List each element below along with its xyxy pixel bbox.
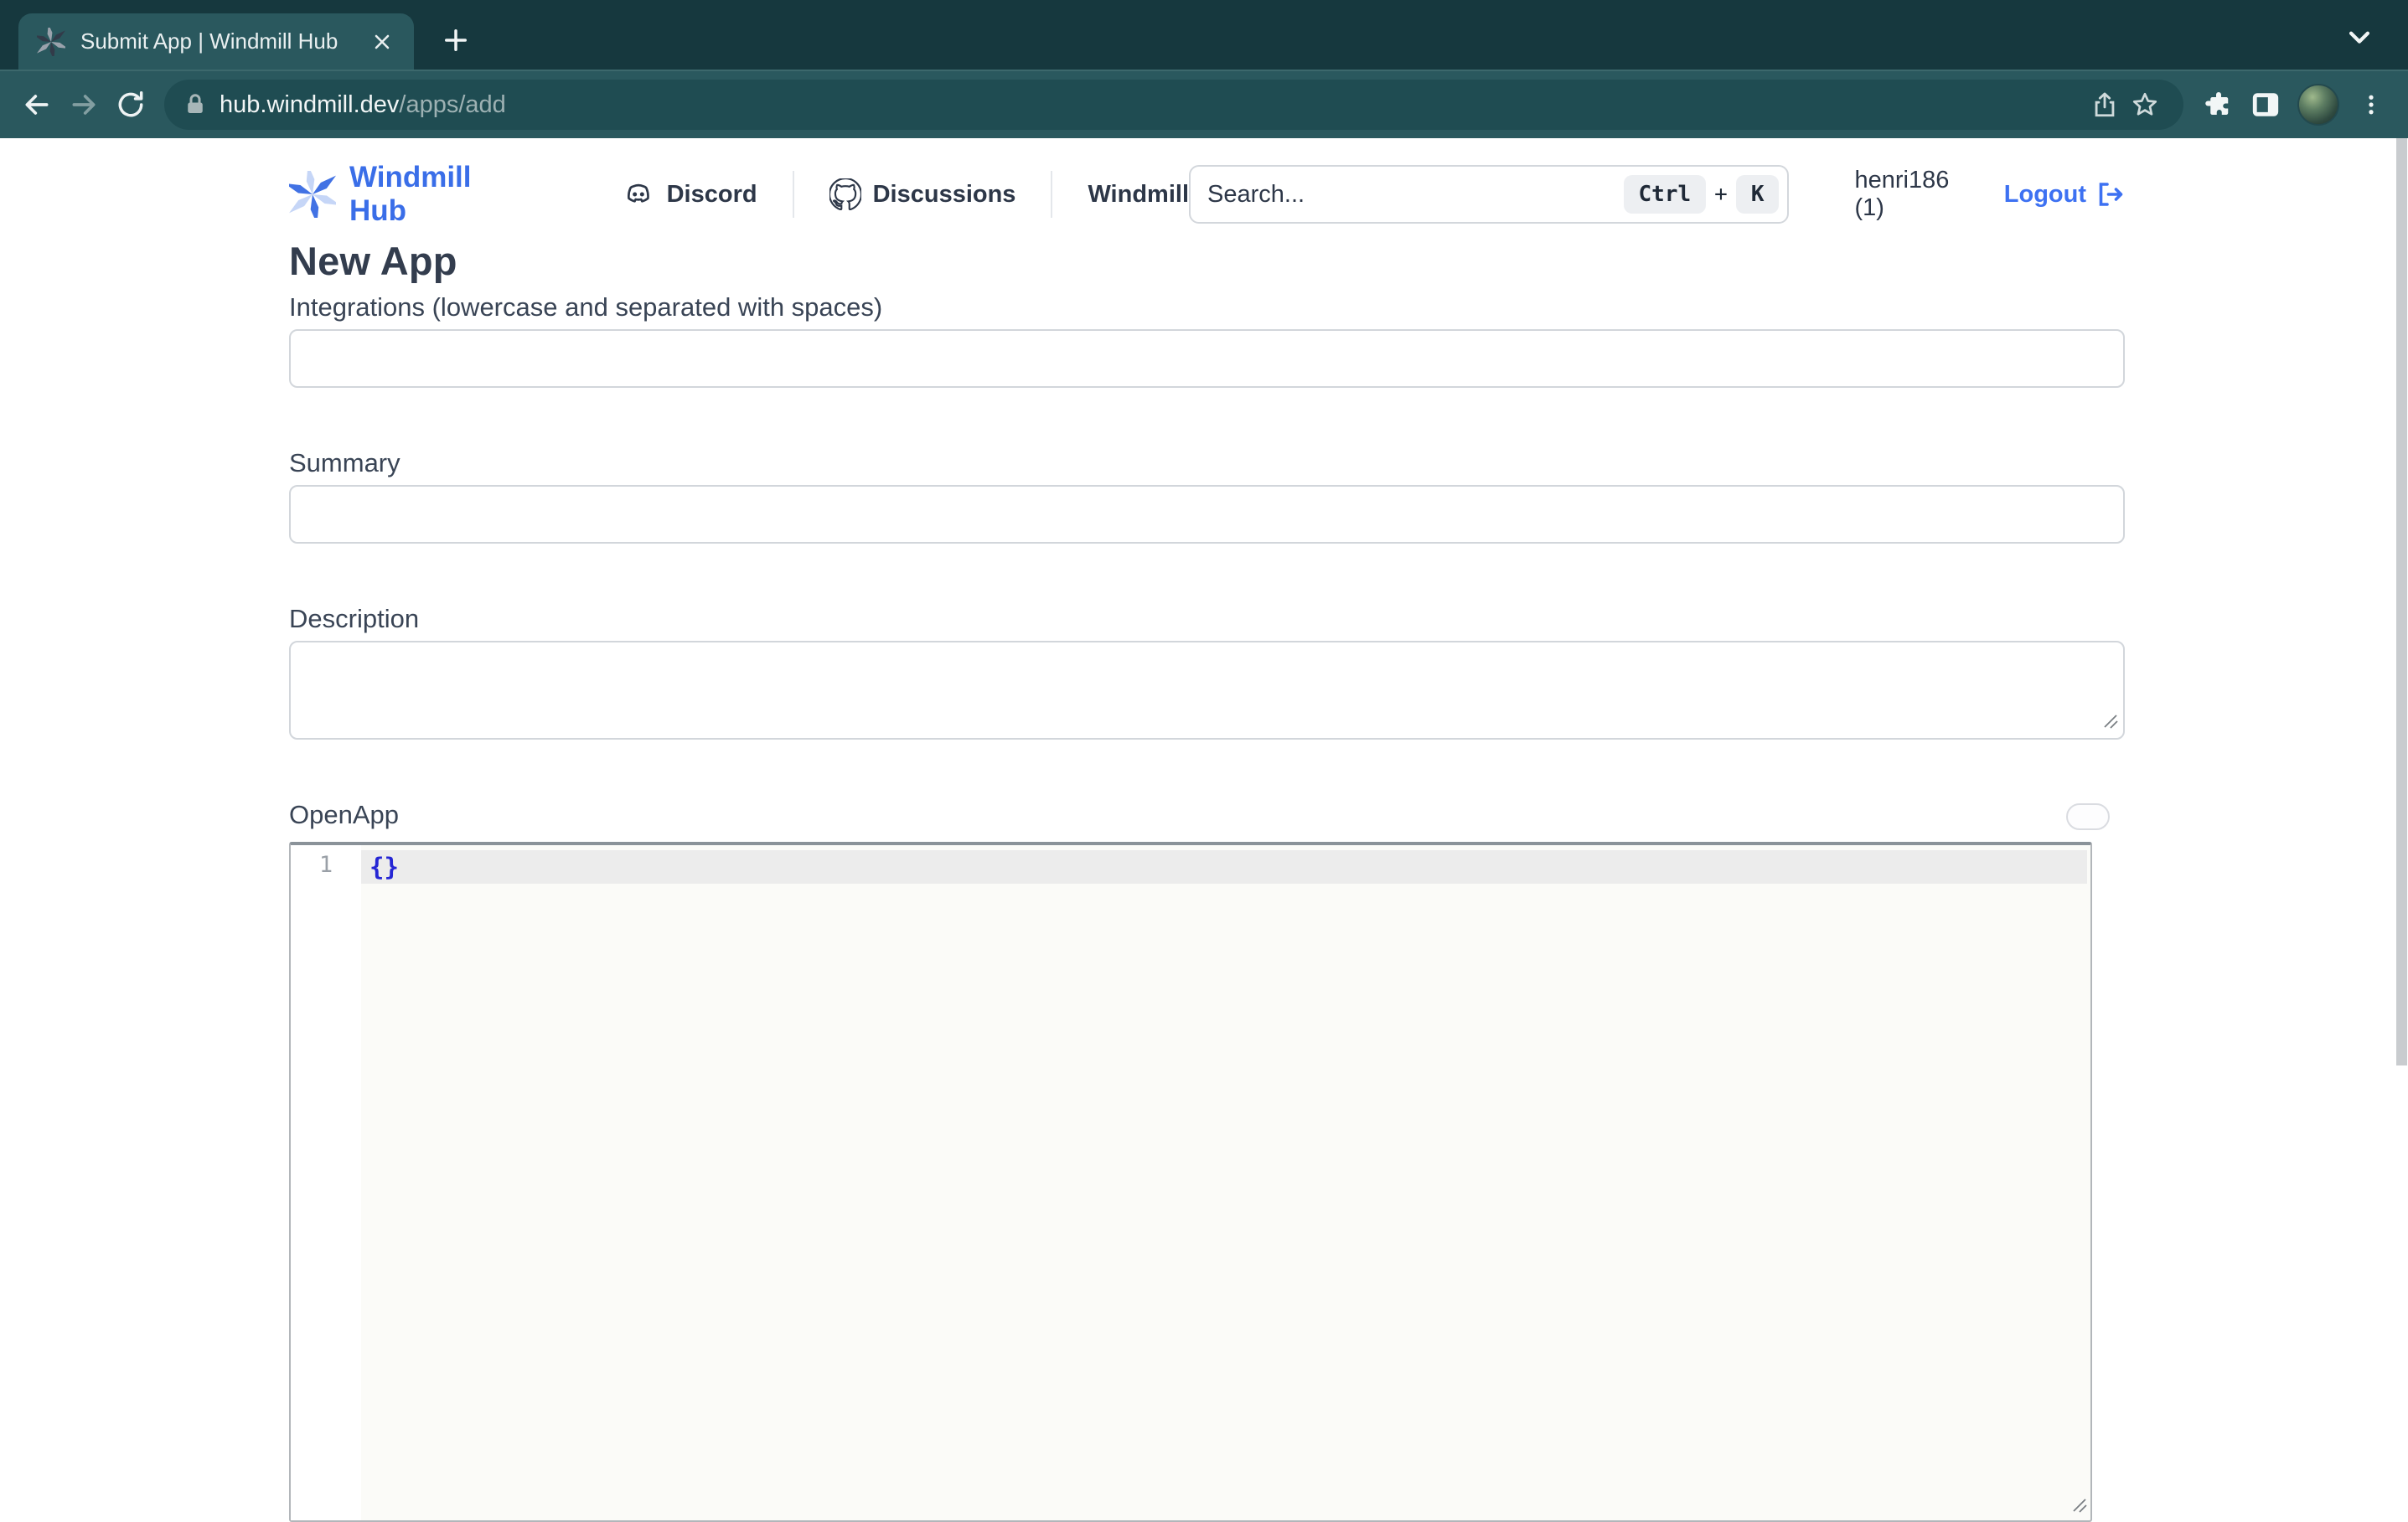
nav-label: Windmill (1088, 181, 1189, 209)
search-box[interactable]: Ctrl + K (1189, 165, 1789, 224)
brand-name: Windmill Hub (349, 161, 528, 228)
page: Windmill Hub Discord (0, 138, 2408, 1503)
nav-item-discussions[interactable]: Discussions (829, 178, 1016, 210)
url-text: hub.windmill.dev/apps/add (220, 91, 2085, 119)
share-icon[interactable] (2085, 85, 2125, 125)
avatar[interactable] (2297, 84, 2339, 126)
nav-item-windmill[interactable]: Windmill (1088, 181, 1189, 209)
search-input[interactable] (1207, 181, 1624, 209)
username: henri186 (1) (1854, 167, 1975, 222)
url-bar[interactable]: hub.windmill.dev/apps/add (164, 80, 2183, 130)
windmill-favicon-icon (37, 28, 65, 56)
browser-tab[interactable]: Submit App | Windmill Hub (18, 13, 414, 70)
kbd-k: K (1736, 175, 1780, 214)
back-icon[interactable] (13, 81, 60, 128)
openapp-toggle[interactable] (2066, 803, 2110, 830)
nav-label: Discussions (873, 181, 1016, 209)
description-textarea[interactable] (289, 641, 2125, 740)
nav-divider (1051, 171, 1052, 218)
nav-item-discord[interactable]: Discord (622, 178, 757, 211)
side-panel-icon[interactable] (2242, 81, 2289, 128)
resize-grip-icon[interactable] (2070, 1496, 2087, 1517)
site-header: Windmill Hub Discord (289, 164, 2125, 224)
tab-close-icon[interactable] (365, 25, 399, 59)
scrollbar-thumb[interactable] (2396, 138, 2407, 1065)
kbd-plus: + (1714, 182, 1728, 207)
kbd-ctrl: Ctrl (1624, 175, 1707, 214)
main-nav: Discord Discussions Windmill (622, 171, 1189, 218)
editor-active-line[interactable]: {} (361, 850, 2087, 884)
reload-icon[interactable] (107, 81, 154, 128)
logout-icon (2095, 179, 2125, 209)
integrations-input[interactable] (289, 329, 2125, 388)
windmill-logo-icon (289, 171, 336, 218)
scrollbar-track[interactable] (2395, 138, 2408, 1503)
discord-icon (622, 178, 655, 211)
kebab-menu-icon[interactable] (2348, 81, 2395, 128)
logout-link[interactable]: Logout (2004, 179, 2125, 209)
description-label: Description (289, 604, 2125, 634)
logout-label: Logout (2004, 181, 2086, 209)
resize-grip-icon[interactable] (2101, 712, 2118, 733)
integrations-label: Integrations (lowercase and separated wi… (289, 292, 2125, 322)
new-tab-icon[interactable] (434, 18, 478, 62)
user-area: henri186 (1) Logout (1854, 167, 2125, 222)
forward-icon[interactable] (60, 81, 107, 128)
extensions-icon[interactable] (2195, 81, 2242, 128)
tab-strip: Submit App | Windmill Hub (0, 0, 2408, 70)
browser-toolbar: hub.windmill.dev/apps/add (0, 70, 2408, 138)
tab-title: Submit App | Windmill Hub (80, 28, 365, 54)
github-octocat-icon (829, 178, 861, 210)
lock-icon (183, 92, 208, 117)
editor-gutter: 1 (291, 845, 361, 1520)
chevron-down-icon[interactable] (2341, 18, 2378, 55)
openapp-label: OpenApp (289, 800, 399, 829)
nav-divider (793, 171, 794, 218)
editor-code-area[interactable]: {} (361, 845, 2090, 1520)
bookmark-star-icon[interactable] (2125, 85, 2165, 125)
summary-input[interactable] (289, 485, 2125, 544)
brand[interactable]: Windmill Hub (289, 161, 528, 228)
code-token: {} (369, 853, 399, 881)
summary-label: Summary (289, 448, 2125, 478)
browser-chrome: Submit App | Windmill Hub (0, 0, 2408, 138)
page-title: New App (289, 238, 2125, 284)
nav-label: Discord (667, 181, 757, 209)
line-number: 1 (291, 852, 361, 878)
openapp-code-editor[interactable]: 1 {} (289, 842, 2092, 1522)
